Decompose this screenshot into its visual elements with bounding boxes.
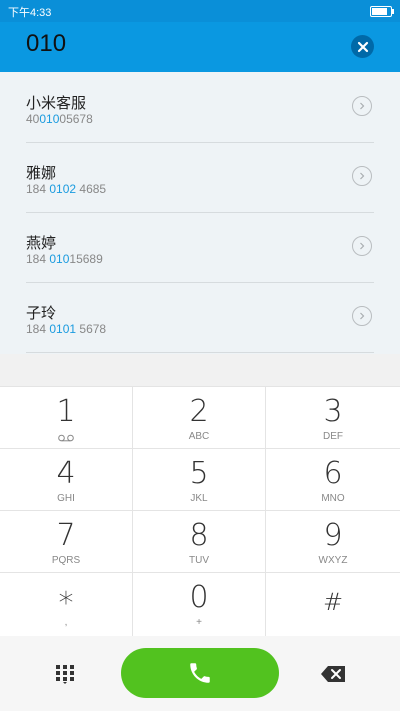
key-3[interactable]: 3 DEF bbox=[266, 387, 400, 449]
status-bar: 下午4:33 bbox=[0, 0, 400, 22]
contact-results: 小米客服 4001005678 雅娜 184 0102 4685 燕婷 184 … bbox=[0, 72, 400, 354]
status-time: 下午4:33 bbox=[8, 7, 52, 19]
contact-name: 小米客服 bbox=[26, 94, 87, 112]
close-icon bbox=[357, 41, 368, 52]
dial-input[interactable]: 010 bbox=[26, 30, 66, 58]
chevron-right-icon bbox=[360, 172, 365, 180]
key-4[interactable]: 4 GHI bbox=[0, 449, 133, 511]
contact-number: 184 0102 4685 bbox=[26, 182, 107, 196]
key-5[interactable]: 5 JKL bbox=[133, 449, 266, 511]
key-9[interactable]: 9 WXYZ bbox=[266, 511, 400, 573]
contact-item[interactable]: 小米客服 4001005678 bbox=[0, 72, 400, 142]
key-7[interactable]: 7 PQRS bbox=[0, 511, 133, 573]
contact-name: 子玲 bbox=[26, 304, 57, 322]
contact-detail-button[interactable] bbox=[352, 306, 372, 326]
voicemail-icon bbox=[58, 434, 74, 442]
bottom-action-bar bbox=[0, 636, 400, 711]
chevron-right-icon bbox=[360, 312, 365, 320]
contact-name: 燕婷 bbox=[26, 234, 57, 252]
chevron-right-icon bbox=[360, 242, 365, 250]
clear-button[interactable] bbox=[351, 35, 374, 58]
key-8[interactable]: 8 TUV bbox=[133, 511, 266, 573]
dialpad-icon[interactable] bbox=[55, 664, 75, 684]
call-button[interactable] bbox=[121, 648, 279, 698]
contact-item[interactable]: 子玲 184 0101 5678 bbox=[0, 282, 400, 352]
key-1[interactable]: 1 bbox=[0, 387, 133, 449]
divider bbox=[26, 352, 374, 353]
contact-name: 雅娜 bbox=[26, 164, 57, 182]
contact-detail-button[interactable] bbox=[352, 166, 372, 186]
search-bar: 010 bbox=[0, 22, 400, 72]
phone-icon bbox=[190, 663, 210, 683]
backspace-icon[interactable] bbox=[321, 666, 345, 682]
key-0[interactable]: 0 + bbox=[133, 573, 266, 637]
contact-detail-button[interactable] bbox=[352, 96, 372, 116]
contact-item[interactable]: 燕婷 184 01015689 bbox=[0, 212, 400, 282]
contact-number: 184 01015689 bbox=[26, 252, 103, 266]
contact-item[interactable]: 雅娜 184 0102 4685 bbox=[0, 142, 400, 212]
contact-detail-button[interactable] bbox=[352, 236, 372, 256]
key-2[interactable]: 2 ABC bbox=[133, 387, 266, 449]
contact-number: 4001005678 bbox=[26, 112, 93, 126]
dial-keypad: 1 2 ABC 3 DEF 4 GHI 5 JKL 6 MNO 7 PQRS 8… bbox=[0, 386, 400, 637]
key-hash[interactable]: # bbox=[266, 573, 400, 637]
key-6[interactable]: 6 MNO bbox=[266, 449, 400, 511]
chevron-right-icon bbox=[360, 102, 365, 110]
contact-number: 184 0101 5678 bbox=[26, 322, 107, 336]
battery-icon bbox=[370, 6, 394, 17]
key-star[interactable]: ∗ , bbox=[0, 573, 133, 637]
